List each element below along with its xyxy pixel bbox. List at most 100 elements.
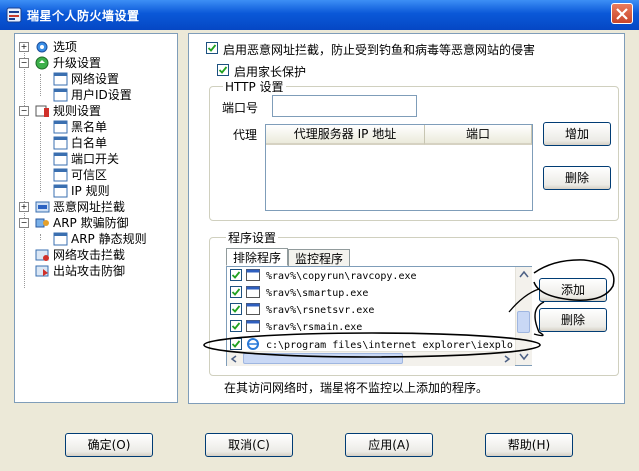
settings-tree[interactable]: + − − + − 选项 升级设置 网络设置 用户ID设置 规则设置 黑名单 白… xyxy=(14,33,178,403)
title-bar[interactable]: 瑞星个人防火墙设置 xyxy=(0,0,639,30)
tree-item-url-block[interactable]: 恶意网址拦截 xyxy=(35,199,125,215)
program-checkbox[interactable] xyxy=(230,338,242,350)
scroll-right-icon xyxy=(504,355,511,363)
attack-icon xyxy=(35,249,49,261)
block-url-icon xyxy=(35,201,50,213)
tree-item-label: ARP 静态规则 xyxy=(71,232,147,246)
tree-item-whitelist[interactable]: 白名单 xyxy=(53,135,107,151)
tree-item-trusted[interactable]: 可信区 xyxy=(53,167,107,183)
tree-item-network[interactable]: 网络设置 xyxy=(53,71,119,87)
doc-icon xyxy=(53,136,68,150)
window-title: 瑞星个人防火墙设置 xyxy=(27,9,140,23)
tree-item-rules[interactable]: 规则设置 xyxy=(35,103,101,119)
ie-icon xyxy=(247,338,259,350)
list-horizontal-scrollbar[interactable] xyxy=(227,351,515,366)
list-item[interactable]: %rav%\copyrun\ravcopy.exe xyxy=(230,269,417,285)
help-button[interactable]: 帮助(H) xyxy=(485,433,573,457)
program-checkbox[interactable] xyxy=(230,320,242,332)
tab-excluded-programs[interactable]: 排除程序 xyxy=(226,248,288,266)
tree-item-arp[interactable]: ARP 欺骗防御 xyxy=(35,215,129,231)
proxy-label: 代理 xyxy=(233,128,258,142)
check-icon xyxy=(218,66,228,74)
tree-item-ports[interactable]: 端口开关 xyxy=(53,151,119,167)
tree-expand-toggle[interactable]: + xyxy=(19,202,29,212)
tree-line xyxy=(40,234,41,240)
doc-icon xyxy=(53,232,68,246)
settings-window: 瑞星个人防火墙设置 + − − + − 选项 升级设置 网络设置 用户ID设置 xyxy=(0,0,639,471)
scroll-left-icon xyxy=(230,355,237,363)
close-button[interactable] xyxy=(611,3,633,24)
scroll-up-icon xyxy=(519,270,529,278)
doc-icon xyxy=(53,72,68,86)
col-proxy-port[interactable]: 端口 xyxy=(425,125,532,145)
tree-item-label: 网络设置 xyxy=(71,72,120,86)
tree-item-label: ARP 欺骗防御 xyxy=(53,216,129,230)
outbound-icon xyxy=(35,265,49,277)
delete-program-button[interactable]: 删除 xyxy=(539,308,607,332)
tree-item-label: 规则设置 xyxy=(53,104,102,118)
port-input[interactable] xyxy=(272,95,417,117)
tree-item-options[interactable]: 选项 xyxy=(35,39,77,55)
tree-item-label: 恶意网址拦截 xyxy=(53,200,126,214)
tree-item-attack-block[interactable]: 网络攻击拦截 xyxy=(35,247,125,263)
exe-file-icon xyxy=(246,303,260,315)
apply-button[interactable]: 应用(A) xyxy=(345,433,433,457)
tree-item-outbound[interactable]: 出站攻击防御 xyxy=(35,263,125,279)
program-checkbox[interactable] xyxy=(230,286,242,298)
add-proxy-button[interactable]: 增加 xyxy=(543,122,611,146)
tree-item-arp-static[interactable]: ARP 静态规则 xyxy=(53,231,147,247)
check-icon xyxy=(207,44,217,52)
list-item[interactable]: %rav%\rsnetsvr.exe xyxy=(230,303,374,319)
program-path: c:\program files\internet explorer\iexpl… xyxy=(266,340,513,351)
tree-item-ip-rules[interactable]: IP 规则 xyxy=(53,183,110,199)
tree-expand-toggle[interactable]: + xyxy=(19,42,29,52)
exe-file-icon xyxy=(246,320,260,332)
check-icon xyxy=(231,340,241,348)
close-icon xyxy=(616,8,628,20)
tree-line xyxy=(40,74,41,96)
scroll-down-icon xyxy=(519,353,529,361)
ok-button[interactable]: 确定(O) xyxy=(65,433,153,457)
tree-item-update[interactable]: 升级设置 xyxy=(35,55,101,71)
update-icon xyxy=(35,56,49,70)
tree-collapse-toggle[interactable]: − xyxy=(19,218,29,228)
tree-line xyxy=(40,122,41,192)
check-icon xyxy=(231,288,241,296)
col-proxy-server[interactable]: 代理服务器 IP 地址 xyxy=(266,125,425,145)
list-hscroll-thumb[interactable] xyxy=(243,353,403,364)
tree-collapse-toggle[interactable]: − xyxy=(19,106,29,116)
add-program-button[interactable]: 添加 xyxy=(539,278,607,302)
doc-icon xyxy=(53,120,68,134)
shield-app-icon xyxy=(6,7,22,23)
program-checkbox[interactable] xyxy=(230,303,242,315)
tree-item-userid[interactable]: 用户ID设置 xyxy=(53,87,132,103)
program-settings-title: 程序设置 xyxy=(226,229,279,246)
http-settings-title: HTTP 设置 xyxy=(223,78,286,95)
delete-proxy-button[interactable]: 删除 xyxy=(543,166,611,190)
program-list[interactable]: %rav%\copyrun\ravcopy.exe %rav%\smartup.… xyxy=(226,266,532,366)
check-icon xyxy=(231,305,241,313)
list-vertical-scrollbar[interactable] xyxy=(515,267,532,365)
tree-item-label: 端口开关 xyxy=(71,152,120,166)
list-scroll-thumb[interactable] xyxy=(517,311,530,333)
tree-item-label: 升级设置 xyxy=(53,56,102,70)
cancel-button[interactable]: 取消(C) xyxy=(205,433,293,457)
enable-url-block-checkbox[interactable] xyxy=(206,42,218,54)
list-item[interactable]: %rav%\smartup.exe xyxy=(230,286,368,302)
check-icon xyxy=(231,271,241,279)
program-checkbox[interactable] xyxy=(230,269,242,281)
port-label: 端口号 xyxy=(222,101,259,115)
program-path: %rav%\smartup.exe xyxy=(266,288,369,299)
proxy-table[interactable]: 代理服务器 IP 地址 端口 xyxy=(265,124,533,211)
tree-collapse-toggle[interactable]: − xyxy=(19,58,29,68)
tree-item-blacklist[interactable]: 黑名单 xyxy=(53,119,107,135)
tab-monitored-programs[interactable]: 监控程序 xyxy=(288,249,350,267)
exe-file-icon xyxy=(246,269,260,281)
rules-icon xyxy=(35,105,49,117)
enable-parental-checkbox[interactable] xyxy=(217,64,229,76)
doc-icon xyxy=(53,184,68,198)
tree-item-label: 黑名单 xyxy=(71,120,108,134)
list-item[interactable]: %rav%\rsmain.exe xyxy=(230,320,362,336)
url-block-panel: 启用恶意网址拦截，防止受到钓鱼和病毒等恶意网站的侵害 启用家长保护 HTTP 设… xyxy=(188,33,625,404)
tree-item-label: IP 规则 xyxy=(71,184,110,198)
